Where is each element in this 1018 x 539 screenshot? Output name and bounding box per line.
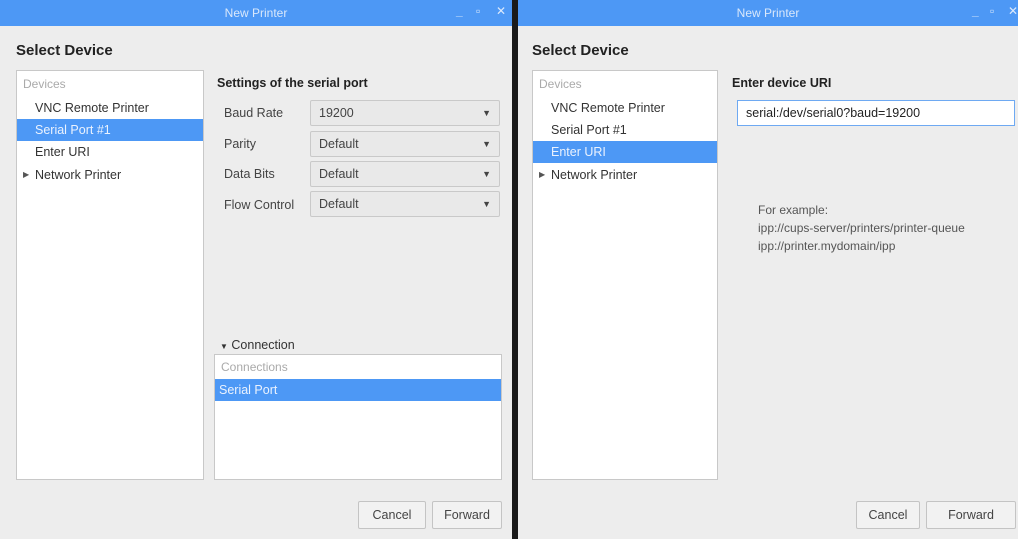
device-item-uri[interactable]: Enter URI	[17, 141, 203, 163]
device-item-network[interactable]: ▶ Network Printer	[17, 164, 203, 186]
settings-title: Settings of the serial port	[217, 76, 368, 90]
window-title: New Printer	[736, 6, 800, 20]
device-list-header: Devices	[539, 77, 582, 91]
triangle-right-icon[interactable]: ▶	[539, 164, 545, 186]
connection-expander[interactable]: ▼ Connection	[220, 338, 295, 352]
device-item-uri[interactable]: Enter URI	[533, 141, 717, 163]
parity-label: Parity	[224, 137, 256, 151]
cancel-button[interactable]: Cancel	[856, 501, 920, 529]
device-item-label: Network Printer	[551, 168, 638, 182]
data-bits-label: Data Bits	[224, 167, 275, 181]
device-item-label: VNC Remote Printer	[551, 101, 665, 115]
connection-list[interactable]: Connections Serial Port	[214, 354, 502, 480]
maximize-icon[interactable]: ▫	[990, 4, 994, 18]
device-item-vnc[interactable]: VNC Remote Printer	[17, 97, 203, 119]
cancel-button[interactable]: Cancel	[358, 501, 426, 529]
chevron-down-icon: ▼	[482, 139, 491, 149]
baud-rate-value: 19200	[319, 106, 354, 120]
connection-item-label: Serial Port	[219, 383, 278, 397]
titlebar[interactable]: New Printer _ ▫ ✕	[0, 0, 512, 26]
close-icon[interactable]: ✕	[496, 4, 506, 18]
device-item-network[interactable]: ▶ Network Printer	[533, 164, 717, 186]
example-uri-1: ipp://cups-server/printers/printer-queue	[758, 221, 965, 235]
device-item-label: VNC Remote Printer	[35, 101, 149, 115]
parity-value: Default	[319, 137, 359, 151]
device-item-serial[interactable]: Serial Port #1	[533, 119, 717, 141]
uri-title: Enter device URI	[732, 76, 832, 90]
forward-button[interactable]: Forward	[432, 501, 502, 529]
triangle-right-icon[interactable]: ▶	[23, 164, 29, 186]
triangle-down-icon: ▼	[220, 342, 228, 351]
data-bits-select[interactable]: Default ▼	[310, 161, 500, 187]
device-item-label: Enter URI	[35, 145, 90, 159]
flow-control-label: Flow Control	[224, 198, 295, 212]
device-item-vnc[interactable]: VNC Remote Printer	[533, 97, 717, 119]
device-item-label: Serial Port #1	[35, 123, 111, 137]
device-item-label: Serial Port #1	[551, 123, 627, 137]
flow-control-select[interactable]: Default ▼	[310, 191, 500, 217]
chevron-down-icon: ▼	[482, 108, 491, 118]
window-title: New Printer	[224, 6, 288, 20]
device-item-label: Enter URI	[551, 145, 606, 159]
device-item-serial[interactable]: Serial Port #1	[17, 119, 203, 141]
device-uri-input[interactable]	[737, 100, 1015, 126]
data-bits-value: Default	[319, 167, 359, 181]
device-item-label: Network Printer	[35, 168, 122, 182]
example-uri-2: ipp://printer.mydomain/ipp	[758, 239, 896, 253]
example-label: For example:	[758, 203, 829, 217]
parity-select[interactable]: Default ▼	[310, 131, 500, 157]
baud-rate-select[interactable]: 19200 ▼	[310, 100, 500, 126]
new-printer-window-left: New Printer _ ▫ ✕ Select Device Devices …	[0, 0, 512, 539]
forward-button[interactable]: Forward	[926, 501, 1016, 529]
connection-list-header: Connections	[221, 360, 288, 374]
baud-rate-label: Baud Rate	[224, 106, 284, 120]
device-list[interactable]: Devices VNC Remote Printer Serial Port #…	[16, 70, 204, 480]
minimize-icon[interactable]: _	[972, 4, 979, 18]
titlebar[interactable]: New Printer _ ▫ ✕	[518, 0, 1018, 26]
close-icon[interactable]: ✕	[1008, 4, 1018, 18]
minimize-icon[interactable]: _	[456, 4, 463, 18]
chevron-down-icon: ▼	[482, 199, 491, 209]
new-printer-window-right: New Printer _ ▫ ✕ Select Device Devices …	[518, 0, 1018, 539]
device-list[interactable]: Devices VNC Remote Printer Serial Port #…	[532, 70, 718, 480]
connection-label: Connection	[231, 338, 295, 352]
maximize-icon[interactable]: ▫	[476, 4, 480, 18]
page-title: Select Device	[532, 42, 629, 59]
flow-control-value: Default	[319, 197, 359, 211]
chevron-down-icon: ▼	[482, 169, 491, 179]
device-list-header: Devices	[23, 77, 66, 91]
page-title: Select Device	[16, 42, 113, 59]
connection-item-serial[interactable]: Serial Port	[215, 379, 501, 401]
